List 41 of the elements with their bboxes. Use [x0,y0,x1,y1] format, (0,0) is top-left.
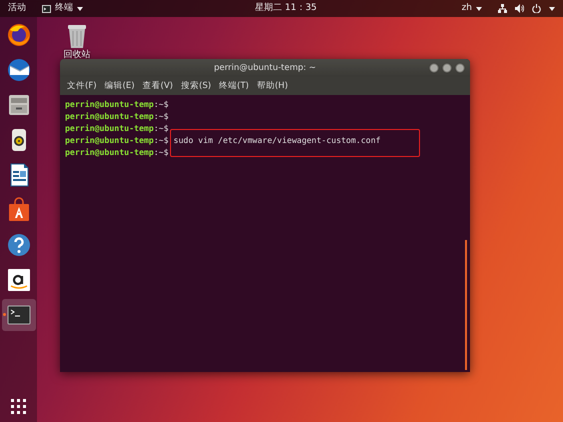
firefox-icon[interactable] [6,22,32,48]
app-menu[interactable]: 终端 [42,0,83,17]
terminal-prompt: perrin@ubuntu-temp [65,111,154,121]
speaker-icon [515,4,524,13]
terminal-prompt: perrin@ubuntu-temp [65,99,154,109]
menu-item[interactable]: 文件(F) [67,80,97,92]
shopping-cart-logo-icon[interactable] [6,267,32,293]
clock[interactable]: 星期二 11：35 [255,0,317,17]
caret-icon [549,6,555,10]
caret-icon [77,6,83,10]
prompt-symbol: :~$ [154,135,169,145]
menu-item[interactable]: 查看(V) [142,80,173,92]
menu-item[interactable]: 帮助(H) [256,80,288,92]
close-button[interactable] [455,63,465,73]
window-title: perrin@ubuntu-temp: ~ [214,62,316,74]
help-icon[interactable] [6,232,32,258]
trash-icon [66,23,88,49]
prompt-symbol: :~$ [154,99,169,109]
minimize-button[interactable] [429,63,439,73]
activities-button[interactable]: 活动 [8,0,26,17]
menu-item[interactable]: 编辑(E) [104,80,135,92]
app-grid-icon[interactable] [11,399,26,414]
prompt-symbol: :~$ [154,111,169,121]
menu-item[interactable]: 搜索(S) [181,80,212,92]
desktop-icon-label: 回收站 [64,49,90,62]
power-icon [532,4,541,13]
terminal-icon [42,4,51,12]
menu-item[interactable]: 终端(T) [219,80,249,92]
network-icon [498,4,507,13]
maximize-button[interactable] [442,63,452,73]
mail-icon[interactable] [6,57,32,83]
prompt-symbol: :~$ [154,123,169,133]
input-method-menu[interactable]: zh [462,0,482,17]
terminal-prompt: perrin@ubuntu-temp [65,135,154,145]
terminal-command: sudo vim /etc/vmware/viewagent-custom.conf [174,135,381,145]
caret-icon [476,6,482,10]
prompt-symbol: :~$ [154,147,169,157]
system-menu[interactable] [498,4,555,13]
scrollbar[interactable] [465,240,467,370]
terminal-prompt: perrin@ubuntu-temp [65,123,154,133]
terminal-prompt: perrin@ubuntu-temp [65,147,154,157]
